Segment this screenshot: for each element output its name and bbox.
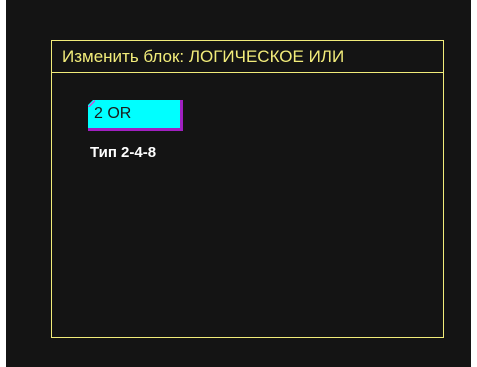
block-button-label: 2 OR [94,105,132,122]
block-type-button[interactable]: 2 OR [88,100,183,131]
edit-block-dialog: Изменить блок: ЛОГИЧЕСКОЕ ИЛИ 2 OR Тип 2… [51,40,444,338]
corner-notch-icon [88,100,95,107]
dialog-title: Изменить блок: ЛОГИЧЕСКОЕ ИЛИ [52,41,443,73]
block-type-label: Тип 2-4-8 [90,144,157,161]
screen: Изменить блок: ЛОГИЧЕСКОЕ ИЛИ 2 OR Тип 2… [6,0,471,367]
